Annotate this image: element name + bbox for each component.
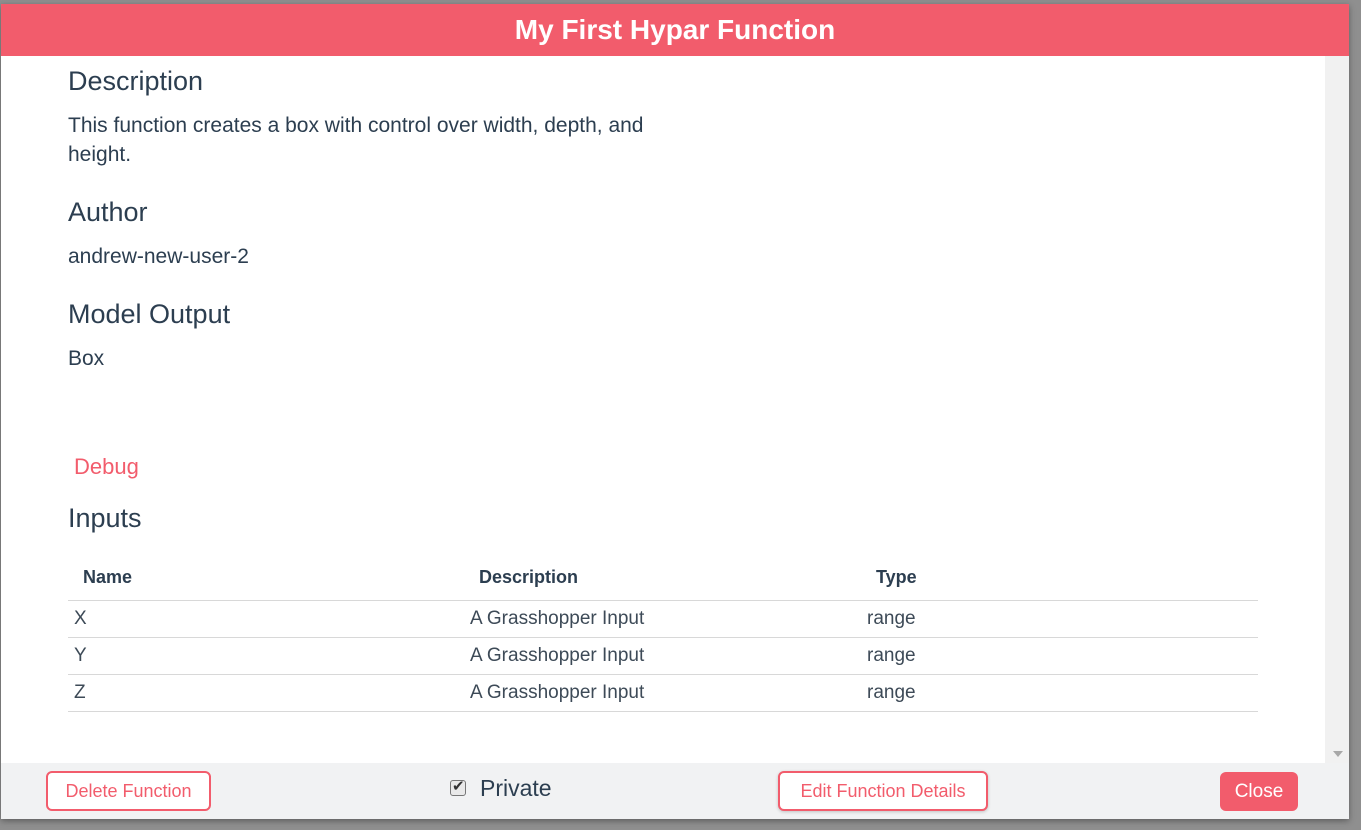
- table-header-row: Name Description Type: [68, 556, 1258, 601]
- model-output-heading: Model Output: [68, 299, 231, 329]
- check-icon: ✔: [452, 778, 465, 795]
- modal-title: My First Hypar Function: [514, 14, 836, 45]
- description-text-line-2: height.: [68, 143, 132, 166]
- author-heading: Author: [68, 197, 148, 227]
- input-type-cell: range: [867, 674, 1258, 712]
- input-name-cell: Y: [68, 637, 470, 675]
- modal-header: My First Hypar Function: [1, 4, 1349, 56]
- debug-link[interactable]: Debug: [74, 454, 139, 480]
- column-header-type: Type: [867, 556, 1258, 601]
- description-text-line-1: This function creates a box with control…: [68, 114, 644, 137]
- modal-body[interactable]: Description This function creates a box …: [1, 56, 1325, 763]
- modal-footer: Delete Function ✔ Private Edit Function …: [1, 763, 1349, 819]
- column-header-name: Name: [68, 556, 470, 601]
- input-name-cell: X: [68, 600, 470, 638]
- description-heading: Description: [68, 66, 204, 96]
- vertical-scrollbar[interactable]: [1325, 56, 1349, 763]
- close-button[interactable]: Close: [1220, 772, 1298, 811]
- model-output-value: Box: [68, 347, 105, 370]
- input-name-cell: Z: [68, 674, 470, 712]
- function-details-modal: My First Hypar Function Description This…: [1, 4, 1349, 819]
- table-row: X A Grasshopper Input range: [68, 600, 1258, 638]
- private-label: Private: [480, 774, 552, 801]
- delete-function-button[interactable]: Delete Function: [46, 771, 211, 811]
- input-description-cell: A Grasshopper Input: [470, 637, 867, 675]
- input-type-cell: range: [867, 637, 1258, 675]
- input-description-cell: A Grasshopper Input: [470, 674, 867, 712]
- private-checkbox[interactable]: ✔: [450, 778, 466, 796]
- private-toggle[interactable]: ✔ Private: [450, 773, 552, 803]
- table-row: Z A Grasshopper Input range: [68, 674, 1258, 712]
- table-row: Y A Grasshopper Input range: [68, 637, 1258, 675]
- edit-function-details-button[interactable]: Edit Function Details: [778, 771, 988, 811]
- inputs-heading: Inputs: [68, 503, 142, 533]
- input-type-cell: range: [867, 600, 1258, 638]
- chevron-down-icon[interactable]: [1333, 751, 1343, 757]
- inputs-table: Name Description Type X A Grasshopper In…: [68, 556, 1258, 712]
- column-header-description: Description: [470, 556, 867, 601]
- author-name: andrew-new-user-2: [68, 245, 249, 268]
- input-description-cell: A Grasshopper Input: [470, 600, 867, 638]
